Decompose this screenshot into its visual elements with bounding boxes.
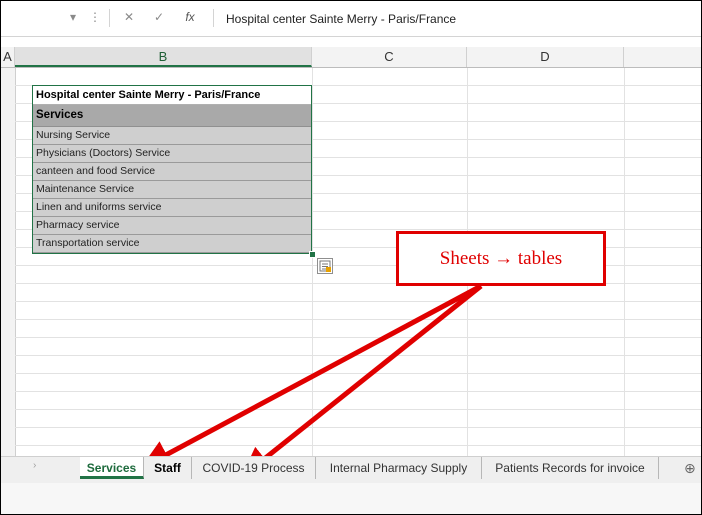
name-box-dropdown-icon[interactable]: ▾ <box>63 7 83 27</box>
formula-bar-more-icon[interactable]: ⋮ <box>89 7 101 27</box>
enter-check-icon[interactable]: ✓ <box>149 7 169 27</box>
services-table[interactable]: Hospital center Sainte Merry - Paris/Fra… <box>32 85 312 254</box>
tab-covid-19-process[interactable]: COVID-19 Process <box>192 457 316 479</box>
table-row[interactable]: Linen and uniforms service <box>33 199 311 217</box>
table-row[interactable]: Nursing Service <box>33 127 311 145</box>
tab-staff[interactable]: Staff <box>144 457 192 479</box>
formula-bar-divider <box>109 9 110 27</box>
column-header-c[interactable]: C <box>312 47 467 67</box>
annotation-callout: Sheets → tables <box>396 231 606 286</box>
table-header-cell[interactable]: Services <box>33 105 311 127</box>
tab-services[interactable]: Services <box>80 457 144 479</box>
fill-handle[interactable] <box>309 251 316 258</box>
column-header-a[interactable]: A <box>1 47 15 67</box>
status-bar <box>1 483 701 514</box>
cancel-icon[interactable]: ✕ <box>119 7 139 27</box>
quick-analysis-icon[interactable] <box>317 258 333 274</box>
table-row[interactable]: Transportation service <box>33 235 311 253</box>
formula-bar-divider <box>213 9 214 27</box>
table-row[interactable]: Maintenance Service <box>33 181 311 199</box>
formula-input[interactable]: Hospital center Sainte Merry - Paris/Fra… <box>226 12 456 26</box>
column-header-d[interactable]: D <box>467 47 624 67</box>
column-header-b[interactable]: B <box>15 47 312 67</box>
tab-patients-records-for-invoice[interactable]: Patients Records for invoice <box>482 457 659 479</box>
table-row[interactable]: Physicians (Doctors) Service <box>33 145 311 163</box>
excel-window: ▾ ⋮ ✕ ✓ fx Hospital center Sainte Merry … <box>0 0 702 515</box>
tab-internal-pharmacy-supply[interactable]: Internal Pharmacy Supply <box>316 457 482 479</box>
column-header-bar: A B C D <box>1 47 701 68</box>
table-row[interactable]: Pharmacy service <box>33 217 311 235</box>
table-row[interactable]: canteen and food Service <box>33 163 311 181</box>
add-sheet-icon[interactable]: ⊕ <box>684 457 696 479</box>
insert-function-icon[interactable]: fx <box>179 7 201 27</box>
table-title-cell[interactable]: Hospital center Sainte Merry - Paris/Fra… <box>33 86 311 105</box>
formula-bar: ▾ ⋮ ✕ ✓ fx Hospital center Sainte Merry … <box>1 1 701 37</box>
row-header-bar <box>1 68 16 456</box>
sheet-tab-bar: › Services Staff COVID-19 Process Intern… <box>1 456 701 483</box>
tab-scroll-icon[interactable]: › <box>33 460 36 471</box>
